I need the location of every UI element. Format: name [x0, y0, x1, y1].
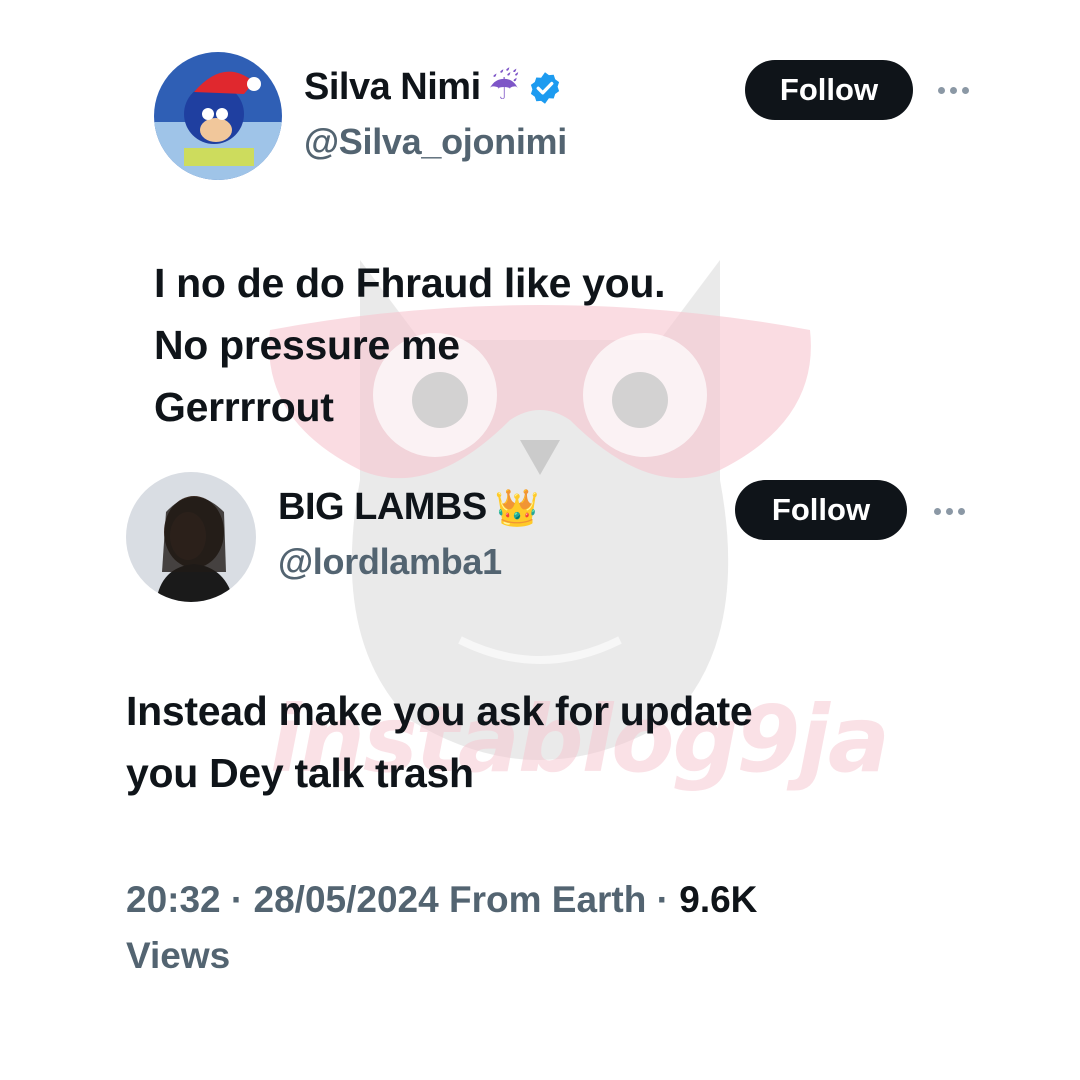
follow-button[interactable]: Follow — [735, 480, 907, 540]
meta-separator: · — [220, 879, 254, 920]
screenshot-canvas: instablog9ja Silva Nimi ☔ @Silva_ojonimi… — [0, 0, 1080, 1080]
tweet-body: Instead make you ask for update you Dey … — [126, 680, 753, 804]
author-name-row: BIG LAMBS 👑 — [278, 486, 540, 529]
tweet-text-line: Gerrrrout — [154, 384, 334, 430]
views-count: 9.6K — [679, 879, 758, 920]
author-handle[interactable]: @lordlamba1 — [278, 541, 502, 583]
author-name[interactable]: BIG LAMBS — [278, 486, 487, 529]
tweet-location: From Earth — [449, 879, 647, 920]
avatar[interactable] — [126, 472, 256, 602]
more-options-icon[interactable] — [938, 87, 969, 94]
tweet-time[interactable]: 20:32 — [126, 879, 221, 920]
author-name[interactable]: Silva Nimi — [304, 66, 481, 109]
views-label: Views — [126, 935, 231, 976]
avatar[interactable] — [154, 52, 282, 180]
tweet-body: I no de do Fhraud like you. No pressure … — [154, 252, 666, 438]
author-name-row: Silva Nimi ☔ — [304, 66, 563, 109]
follow-button[interactable]: Follow — [745, 60, 913, 120]
tweet-text-line: I no de do Fhraud like you. — [154, 260, 666, 306]
tweet-date[interactable]: 28/05/2024 — [254, 879, 439, 920]
verified-badge-icon — [531, 71, 560, 104]
meta-separator: · — [646, 879, 680, 920]
crown-emoji-icon: 👑 — [494, 486, 540, 528]
more-options-icon[interactable] — [934, 508, 965, 515]
tweet-text-line: No pressure me — [154, 322, 460, 368]
author-handle[interactable]: @Silva_ojonimi — [304, 121, 567, 163]
avatar-image-sonic — [154, 52, 282, 180]
avatar-image-person — [126, 472, 256, 602]
tweet-text-line: you Dey talk trash — [126, 750, 474, 796]
tweet-meta: 20:32 · 28/05/2024 From Earth · 9.6K Vie… — [126, 872, 946, 984]
tweet-text-line: Instead make you ask for update — [126, 688, 753, 734]
umbrella-emoji-icon: ☔ — [488, 68, 520, 107]
